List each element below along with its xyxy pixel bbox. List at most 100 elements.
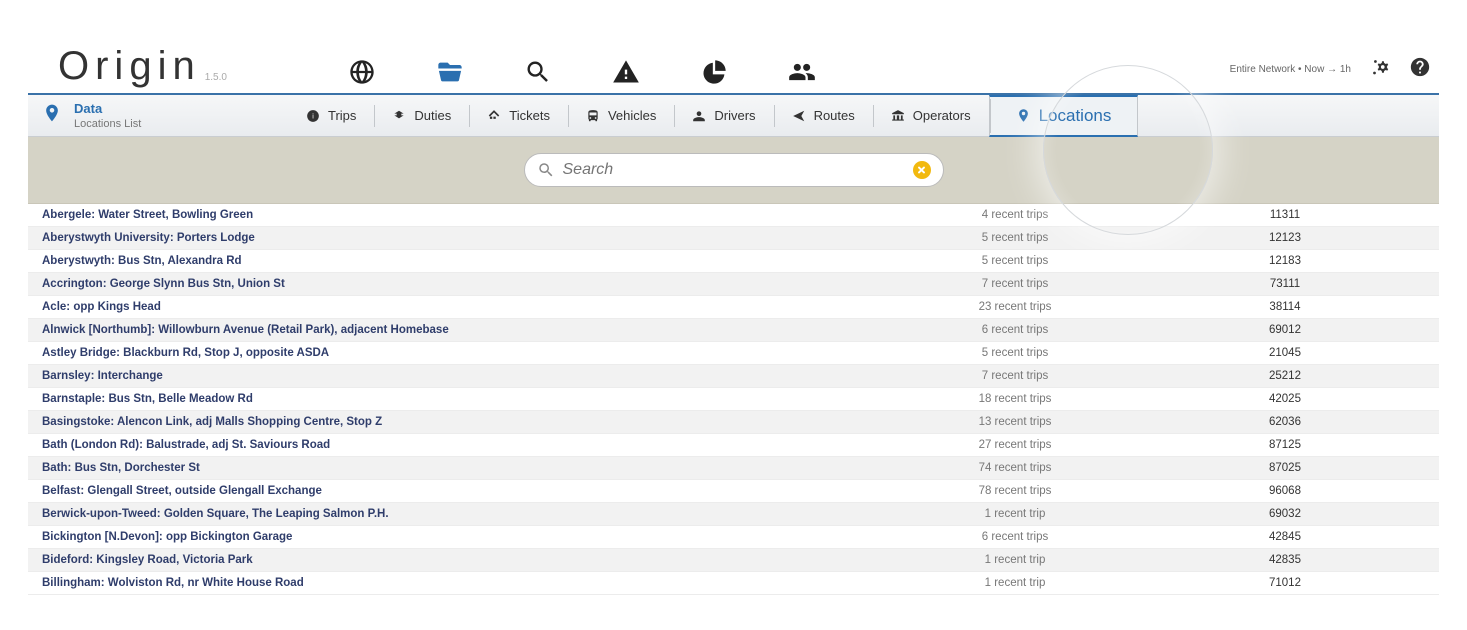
location-row[interactable]: Belfast: Glengall Street, outside Glenga… <box>28 480 1439 503</box>
header-nav-icons <box>347 57 817 87</box>
tab-drivers[interactable]: Drivers <box>674 103 773 129</box>
tab-label: Vehicles <box>608 108 656 123</box>
help-icon[interactable] <box>1409 56 1431 83</box>
location-row[interactable]: Accrington: George Slynn Bus Stn, Union … <box>28 273 1439 296</box>
location-row[interactable]: Aberystwyth: Bus Stn, Alexandra Rd5 rece… <box>28 250 1439 273</box>
tab-label: Locations <box>1039 106 1112 126</box>
tab-vehicles[interactable]: Vehicles <box>568 103 674 129</box>
location-trips: 7 recent trips <box>885 278 1145 290</box>
location-code: 12123 <box>1145 232 1425 244</box>
location-row[interactable]: Bideford: Kingsley Road, Victoria Park1 … <box>28 549 1439 572</box>
location-trips: 74 recent trips <box>885 462 1145 474</box>
subnav-tabs: i Trips Duties Tickets Vehicles Drivers <box>288 95 1138 137</box>
location-row[interactable]: Astley Bridge: Blackburn Rd, Stop J, opp… <box>28 342 1439 365</box>
location-name: Bideford: Kingsley Road, Victoria Park <box>42 554 885 566</box>
users-icon[interactable] <box>787 57 817 87</box>
location-row[interactable]: Alnwick [Northumb]: Willowburn Avenue (R… <box>28 319 1439 342</box>
location-row[interactable]: Barnstaple: Bus Stn, Belle Meadow Rd18 r… <box>28 388 1439 411</box>
location-name: Astley Bridge: Blackburn Rd, Stop J, opp… <box>42 347 885 359</box>
location-trips: 5 recent trips <box>885 347 1145 359</box>
location-code: 21045 <box>1145 347 1425 359</box>
location-code: 69012 <box>1145 324 1425 336</box>
location-row[interactable]: Bath: Bus Stn, Dorchester St74 recent tr… <box>28 457 1439 480</box>
location-name: Acle: opp Kings Head <box>42 301 885 313</box>
clear-search-button[interactable] <box>913 161 931 179</box>
pie-chart-icon[interactable] <box>699 57 729 87</box>
app-header: Origin 1.5.0 Entire Network • Now → <box>28 35 1439 95</box>
location-row[interactable]: Acle: opp Kings Head23 recent trips38114 <box>28 296 1439 319</box>
app-version: 1.5.0 <box>205 72 227 83</box>
location-trips: 7 recent trips <box>885 370 1145 382</box>
location-code: 62036 <box>1145 416 1425 428</box>
location-name: Aberystwyth: Bus Stn, Alexandra Rd <box>42 255 885 267</box>
tab-label: Duties <box>414 108 451 123</box>
location-trips: 78 recent trips <box>885 485 1145 497</box>
location-name: Bath: Bus Stn, Dorchester St <box>42 462 885 474</box>
network-scope[interactable]: Entire Network • Now → 1h <box>1230 64 1351 75</box>
location-code: 87025 <box>1145 462 1425 474</box>
location-row[interactable]: Bath (London Rd): Balustrade, adj St. Sa… <box>28 434 1439 457</box>
tab-label: Tickets <box>509 108 550 123</box>
location-code: 71012 <box>1145 577 1425 589</box>
location-trips: 1 recent trip <box>885 554 1145 566</box>
location-code: 11311 <box>1145 209 1425 221</box>
settings-icon[interactable] <box>1369 56 1391 83</box>
location-code: 69032 <box>1145 508 1425 520</box>
subnav-heading: Data Locations List <box>28 101 288 130</box>
pin-icon <box>42 103 62 128</box>
tab-label: Routes <box>814 108 855 123</box>
subnav-title: Data <box>74 101 141 116</box>
location-trips: 18 recent trips <box>885 393 1145 405</box>
location-trips: 1 recent trip <box>885 508 1145 520</box>
location-code: 42025 <box>1145 393 1425 405</box>
location-row[interactable]: Berwick-upon-Tweed: Golden Square, The L… <box>28 503 1439 526</box>
location-row[interactable]: Bickington [N.Devon]: opp Bickington Gar… <box>28 526 1439 549</box>
tab-tickets[interactable]: Tickets <box>469 103 568 129</box>
locations-table: Abergele: Water Street, Bowling Green4 r… <box>28 204 1439 595</box>
location-trips: 23 recent trips <box>885 301 1145 313</box>
location-row[interactable]: Basingstoke: Alencon Link, adj Malls Sho… <box>28 411 1439 434</box>
location-code: 96068 <box>1145 485 1425 497</box>
warning-icon[interactable] <box>611 57 641 87</box>
header-right: Entire Network • Now → 1h <box>1230 56 1439 83</box>
tab-locations[interactable]: Locations <box>989 95 1139 137</box>
search-strip <box>28 137 1439 204</box>
location-name: Bickington [N.Devon]: opp Bickington Gar… <box>42 531 885 543</box>
location-trips: 5 recent trips <box>885 255 1145 267</box>
location-code: 73111 <box>1145 278 1425 290</box>
location-row[interactable]: Billingham: Wolviston Rd, nr White House… <box>28 572 1439 595</box>
globe-icon[interactable] <box>347 57 377 87</box>
location-row[interactable]: Abergele: Water Street, Bowling Green4 r… <box>28 204 1439 227</box>
location-code: 25212 <box>1145 370 1425 382</box>
tab-trips[interactable]: i Trips <box>288 103 374 129</box>
location-row[interactable]: Aberystwyth University: Porters Lodge5 r… <box>28 227 1439 250</box>
search-input[interactable] <box>563 161 905 179</box>
location-code: 42845 <box>1145 531 1425 543</box>
app-logo: Origin <box>28 44 201 89</box>
tab-label: Drivers <box>714 108 755 123</box>
location-name: Basingstoke: Alencon Link, adj Malls Sho… <box>42 416 885 428</box>
folder-open-icon[interactable] <box>435 57 465 87</box>
location-trips: 27 recent trips <box>885 439 1145 451</box>
tab-duties[interactable]: Duties <box>374 103 469 129</box>
tab-label: Trips <box>328 108 356 123</box>
location-name: Bath (London Rd): Balustrade, adj St. Sa… <box>42 439 885 451</box>
location-name: Barnsley: Interchange <box>42 370 885 382</box>
search-box[interactable] <box>524 153 944 187</box>
location-row[interactable]: Barnsley: Interchange7 recent trips25212 <box>28 365 1439 388</box>
location-trips: 6 recent trips <box>885 324 1145 336</box>
search-icon <box>537 161 555 179</box>
location-name: Alnwick [Northumb]: Willowburn Avenue (R… <box>42 324 885 336</box>
location-name: Accrington: George Slynn Bus Stn, Union … <box>42 278 885 290</box>
location-name: Barnstaple: Bus Stn, Belle Meadow Rd <box>42 393 885 405</box>
location-code: 12183 <box>1145 255 1425 267</box>
tab-operators[interactable]: Operators <box>873 103 989 129</box>
location-trips: 5 recent trips <box>885 232 1145 244</box>
location-name: Abergele: Water Street, Bowling Green <box>42 209 885 221</box>
location-code: 87125 <box>1145 439 1425 451</box>
tab-routes[interactable]: Routes <box>774 103 873 129</box>
location-name: Aberystwyth University: Porters Lodge <box>42 232 885 244</box>
tab-label: Operators <box>913 108 971 123</box>
location-name: Belfast: Glengall Street, outside Glenga… <box>42 485 885 497</box>
search-icon[interactable] <box>523 57 553 87</box>
